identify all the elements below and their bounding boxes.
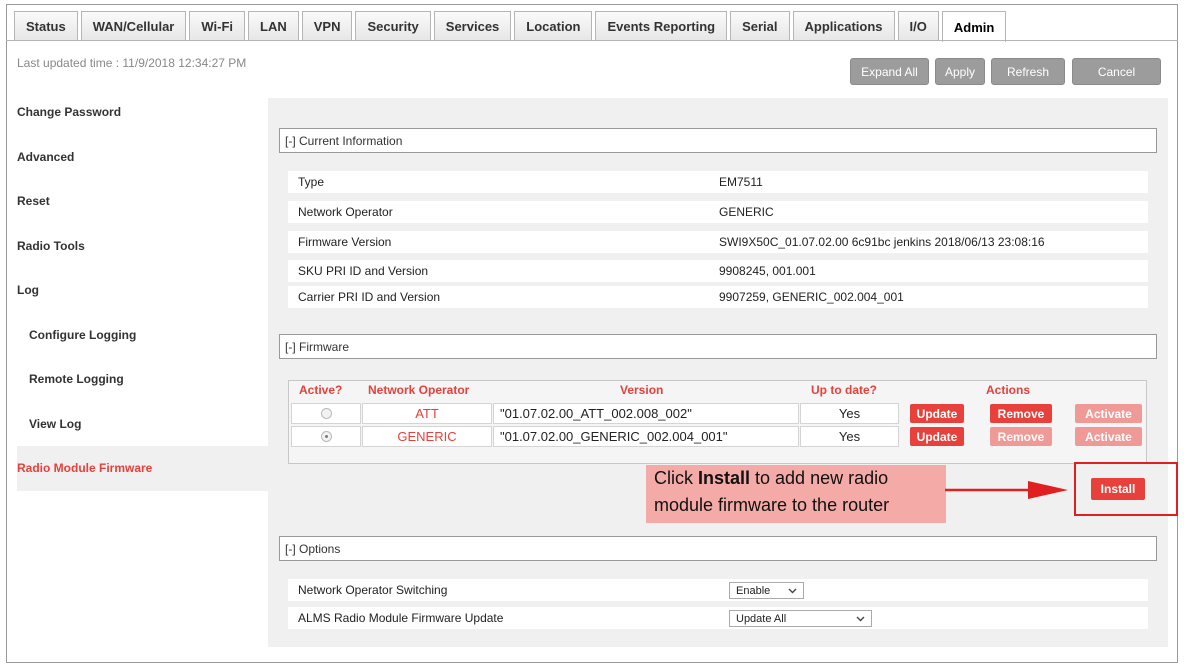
option-label: ALMS Radio Module Firmware Update xyxy=(298,611,504,625)
alms-update-select[interactable]: Update All xyxy=(729,610,872,627)
operator-switching-select[interactable]: Enable xyxy=(729,582,804,599)
info-row-sku-pri: SKU PRI ID and Version 9908245, 001.001 xyxy=(288,260,1148,282)
sidebar: Change Password Advanced Reset Radio Too… xyxy=(17,90,268,491)
select-value: Enable xyxy=(736,584,771,597)
content-panel: [-] Current Information Type EM7511 Netw… xyxy=(268,98,1168,647)
tab-status[interactable]: Status xyxy=(14,11,78,41)
options-header[interactable]: [-] Options xyxy=(279,536,1157,561)
option-label: Network Operator Switching xyxy=(298,583,448,597)
info-label: Network Operator xyxy=(298,205,393,219)
firmware-header[interactable]: [-] Firmware xyxy=(279,334,1157,359)
sidebar-item-radio-tools[interactable]: Radio Tools xyxy=(17,223,268,268)
select-value: Update All xyxy=(736,612,787,625)
option-row-operator-switching: Network Operator Switching xyxy=(288,579,1148,601)
expand-all-button[interactable]: Expand All xyxy=(850,58,929,85)
install-callout: Click Install to add new radio module fi… xyxy=(646,465,946,523)
table-row-generic-operator: GENERIC xyxy=(362,426,492,447)
active-radio[interactable] xyxy=(320,408,332,419)
info-row-carrier-pri: Carrier PRI ID and Version 9907259, GENE… xyxy=(288,286,1148,308)
tab-events-reporting[interactable]: Events Reporting xyxy=(595,11,728,41)
sidebar-item-reset[interactable]: Reset xyxy=(17,179,268,224)
chevron-down-icon xyxy=(788,585,797,597)
cancel-button[interactable]: Cancel xyxy=(1072,58,1161,85)
info-value: GENERIC xyxy=(719,205,774,219)
col-header-active: Active? xyxy=(299,383,343,397)
callout-text: to add new radio xyxy=(750,468,889,488)
tab-vpn[interactable]: VPN xyxy=(301,11,353,41)
option-row-alms-update: ALMS Radio Module Firmware Update xyxy=(288,607,1148,629)
callout-bold: Install xyxy=(698,468,751,488)
tab-io[interactable]: I/O xyxy=(897,11,939,41)
current-information-header[interactable]: [-] Current Information xyxy=(279,128,1157,153)
sidebar-item-remote-logging[interactable]: Remote Logging xyxy=(17,357,268,402)
tab-divider xyxy=(6,40,1178,41)
main-tabs: Status WAN/Cellular Wi-Fi LAN VPN Securi… xyxy=(14,11,1009,42)
table-row-generic-version: "01.07.02.00_GENERIC_002.004_001" xyxy=(493,426,799,447)
table-row-att-active-cell xyxy=(291,403,361,424)
info-value: SWI9X50C_01.07.02.00 6c91bc jenkins 2018… xyxy=(719,235,1045,249)
col-header-network-operator: Network Operator xyxy=(368,383,470,397)
firmware-table: Active? Network Operator Version Up to d… xyxy=(288,380,1147,464)
tab-wan-cellular[interactable]: WAN/Cellular xyxy=(80,11,187,41)
sidebar-item-configure-logging[interactable]: Configure Logging xyxy=(17,312,268,357)
info-row-type: Type EM7511 xyxy=(288,171,1148,193)
activate-button[interactable]: Activate xyxy=(1075,427,1142,446)
remove-button[interactable]: Remove xyxy=(990,404,1052,423)
callout-text: Click xyxy=(654,468,698,488)
info-label: Type xyxy=(298,175,325,189)
apply-button[interactable]: Apply xyxy=(935,58,985,85)
update-button[interactable]: Update xyxy=(910,427,964,446)
active-radio[interactable] xyxy=(320,431,332,442)
last-updated-text: Last updated time : 11/9/2018 12:34:27 P… xyxy=(17,56,247,70)
col-header-up-to-date: Up to date? xyxy=(811,383,877,397)
activate-button[interactable]: Activate xyxy=(1075,404,1142,423)
chevron-down-icon xyxy=(856,613,865,625)
sidebar-item-view-log[interactable]: View Log xyxy=(17,401,268,446)
install-button[interactable]: Install xyxy=(1091,478,1145,500)
remove-button[interactable]: Remove xyxy=(990,427,1052,446)
tab-wi-fi[interactable]: Wi-Fi xyxy=(189,11,246,41)
arrow-right-icon xyxy=(945,481,1068,499)
info-label: Carrier PRI ID and Version xyxy=(298,290,441,304)
tab-services[interactable]: Services xyxy=(433,11,512,41)
tab-admin[interactable]: Admin xyxy=(941,11,1007,42)
tab-lan[interactable]: LAN xyxy=(248,11,299,41)
tab-applications[interactable]: Applications xyxy=(792,11,895,41)
tab-security[interactable]: Security xyxy=(355,11,431,41)
info-row-network-operator: Network Operator GENERIC xyxy=(288,201,1148,223)
tab-serial[interactable]: Serial xyxy=(730,11,790,41)
info-label: Firmware Version xyxy=(298,235,392,249)
update-button[interactable]: Update xyxy=(910,404,964,423)
sidebar-item-log[interactable]: Log xyxy=(17,268,268,313)
info-value: EM7511 xyxy=(719,175,763,189)
callout-line-2: module firmware to the router xyxy=(654,495,890,515)
table-row-generic-uptodate: Yes xyxy=(800,426,899,447)
tab-location[interactable]: Location xyxy=(514,11,593,41)
sidebar-item-radio-module-firmware[interactable]: Radio Module Firmware xyxy=(17,446,268,491)
table-row-att-uptodate: Yes xyxy=(800,403,899,424)
info-row-firmware-version: Firmware Version SWI9X50C_01.07.02.00 6c… xyxy=(288,231,1148,253)
info-value: 9908245, 001.001 xyxy=(719,264,816,278)
info-label: SKU PRI ID and Version xyxy=(298,264,429,278)
table-row-generic-active-cell xyxy=(291,426,361,447)
info-value: 9907259, GENERIC_002.004_001 xyxy=(719,290,904,304)
table-row-att-version: "01.07.02.00_ATT_002.008_002" xyxy=(493,403,799,424)
callout-line-1: Click Install to add new radio xyxy=(654,465,946,492)
col-header-actions: Actions xyxy=(986,383,1031,397)
col-header-version: Version xyxy=(620,383,664,397)
sidebar-item-change-password[interactable]: Change Password xyxy=(17,90,268,135)
table-row-att-operator: ATT xyxy=(362,403,492,424)
refresh-button[interactable]: Refresh xyxy=(991,58,1065,85)
sidebar-item-advanced[interactable]: Advanced xyxy=(17,134,268,179)
